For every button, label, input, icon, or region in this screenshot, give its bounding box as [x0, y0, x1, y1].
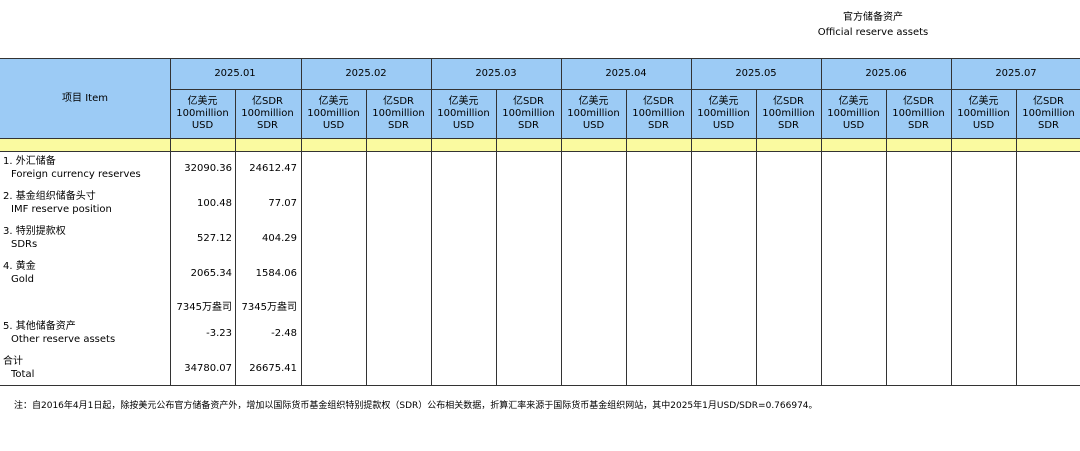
- grid-line: [561, 58, 562, 385]
- grid-line: [235, 89, 236, 385]
- value-sdr: 26675.41: [249, 362, 297, 374]
- row-label: 5. 其他储备资产 Other reserve assets: [3, 321, 116, 345]
- reserve-assets-table: 项目 Item 2025.01 亿美元 100million USD 亿SDR 100mi…: [0, 58, 1080, 386]
- month-header: 2025.07: [995, 68, 1037, 79]
- unit-usd-header: 亿美元 100million USD: [697, 96, 750, 131]
- grid-line: [951, 58, 952, 385]
- unit-usd-header: 亿美元 100million USD: [567, 96, 620, 131]
- month-header: 2025.05: [735, 68, 777, 79]
- month-header: 2025.02: [345, 68, 387, 79]
- unit-usd-header: 亿美元 100million USD: [307, 96, 360, 131]
- grid-line: [301, 58, 302, 385]
- table-title: 官方储备资产 Official reserve assets: [770, 10, 976, 40]
- month-header: 2025.01: [214, 68, 256, 79]
- month-header: 2025.04: [605, 68, 647, 79]
- row-label: 2. 基金组织储备头寸 IMF reserve position: [3, 191, 112, 215]
- grid-line: [0, 151, 1080, 152]
- grid-line: [366, 89, 367, 385]
- item-header: 项目 Item: [62, 92, 108, 104]
- grid-line: [496, 89, 497, 385]
- value-sdr: 24612.47: [249, 162, 297, 174]
- unit-sdr-header: 亿SDR 100million SDR: [1022, 96, 1075, 131]
- value-usd: 527.12: [197, 232, 232, 244]
- unit-sdr-header: 亿SDR 100million SDR: [241, 96, 294, 131]
- value-sdr: 7345万盎司: [241, 301, 297, 313]
- title-zh: 官方储备资产: [843, 12, 903, 23]
- value-sdr: -2.48: [271, 327, 297, 339]
- value-sdr: 77.07: [268, 197, 297, 209]
- unit-sdr-header: 亿SDR 100million SDR: [892, 96, 945, 131]
- unit-usd-header: 亿美元 100million USD: [957, 96, 1010, 131]
- grid-line: [626, 89, 627, 385]
- unit-sdr-header: 亿SDR 100million SDR: [372, 96, 425, 131]
- value-usd: 34780.07: [184, 362, 232, 374]
- grid-line: [170, 58, 171, 385]
- row-label: 4. 黄金 Gold: [3, 261, 36, 285]
- footnote: 注：自2016年4月1日起，除按美元公布官方储备资产外，增加以国际货币基金组织特…: [14, 401, 818, 411]
- value-sdr: 404.29: [262, 232, 297, 244]
- row-label: 3. 特别提款权 SDRs: [3, 226, 66, 250]
- unit-sdr-header: 亿SDR 100million SDR: [762, 96, 815, 131]
- grid-line: [431, 58, 432, 385]
- grid-line: [170, 89, 1080, 90]
- unit-sdr-header: 亿SDR 100million SDR: [632, 96, 685, 131]
- title-en: Official reserve assets: [817, 27, 929, 38]
- highlight-band: [0, 139, 1080, 151]
- row-label: 合计 Total: [3, 356, 35, 380]
- grid-line: [1016, 89, 1017, 385]
- value-usd: 32090.36: [184, 162, 232, 174]
- grid-line: [0, 385, 1080, 386]
- value-usd: -3.23: [206, 327, 232, 339]
- unit-usd-header: 亿美元 100million USD: [827, 96, 880, 131]
- value-usd: 100.48: [197, 197, 232, 209]
- grid-line: [0, 138, 1080, 139]
- grid-line: [756, 89, 757, 385]
- value-usd: 2065.34: [190, 267, 232, 279]
- grid-line: [886, 89, 887, 385]
- unit-usd-header: 亿美元 100million USD: [176, 96, 229, 131]
- unit-sdr-header: 亿SDR 100million SDR: [502, 96, 555, 131]
- grid-line: [0, 58, 1080, 59]
- month-header: 2025.06: [865, 68, 907, 79]
- month-header: 2025.03: [475, 68, 517, 79]
- value-usd: 7345万盎司: [176, 301, 232, 313]
- unit-usd-header: 亿美元 100million USD: [437, 96, 490, 131]
- value-sdr: 1584.06: [255, 267, 297, 279]
- row-label: 1. 外汇储备 Foreign currency reserves: [3, 156, 141, 180]
- grid-line: [821, 58, 822, 385]
- grid-line: [691, 58, 692, 385]
